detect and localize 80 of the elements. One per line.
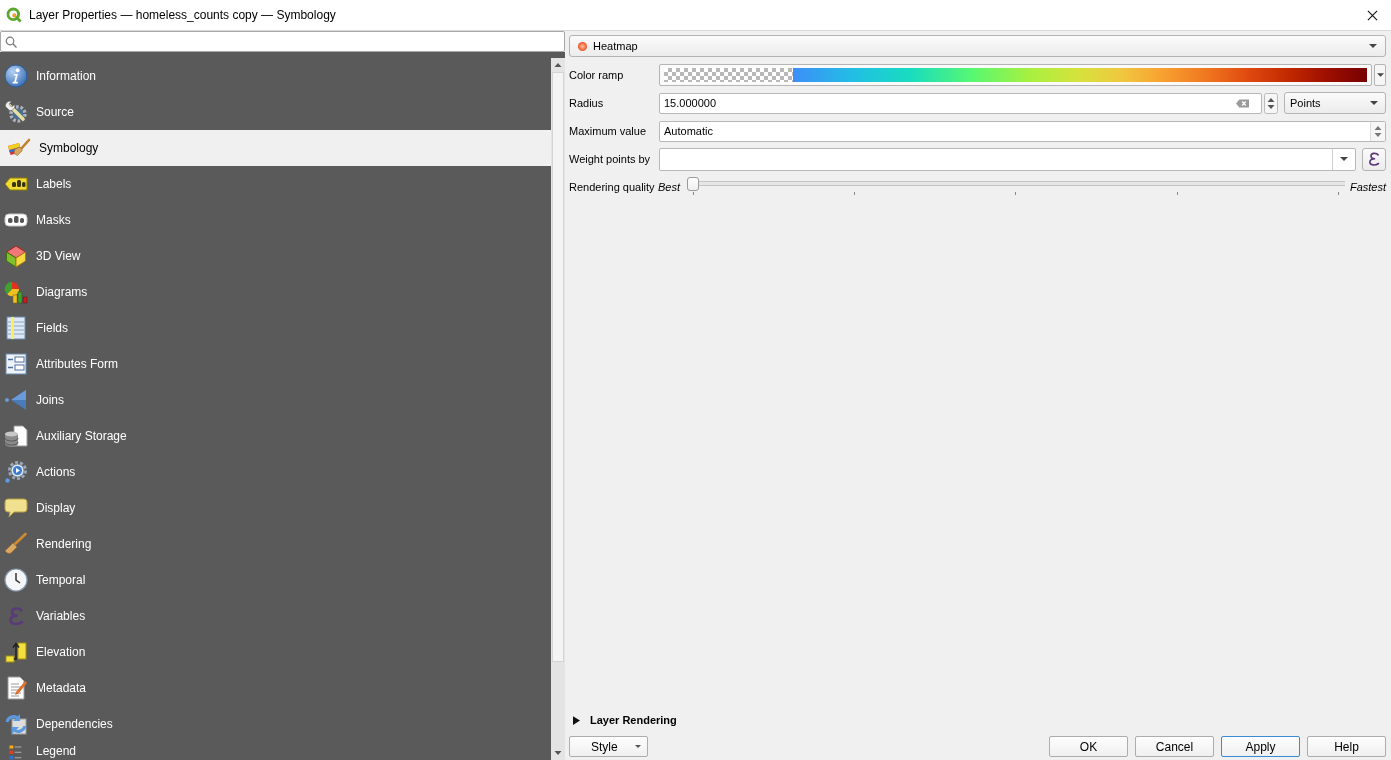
ramp-menu-button[interactable]: [1374, 64, 1386, 86]
spin-arrows-icon[interactable]: [1264, 92, 1278, 114]
dialog-button[interactable]: OK: [1049, 736, 1128, 757]
scrollbar-track[interactable]: [551, 58, 565, 760]
heatmap-dot-icon: [578, 41, 587, 51]
clock-icon: [4, 568, 28, 592]
sidebar-item[interactable]: Symbology: [0, 130, 551, 166]
field-dropdown[interactable]: [659, 147, 1356, 171]
slider-tick: [854, 192, 856, 195]
sidebar-item[interactable]: Attributes Form: [0, 346, 551, 382]
scroll-up-arrow-icon[interactable]: [553, 61, 563, 69]
sidebar-item[interactable]: Auxiliary Storage: [0, 418, 551, 454]
cube-icon: [4, 244, 28, 268]
spin-arrows-icon[interactable]: [1370, 121, 1385, 141]
paintbrush-icon: [4, 532, 28, 556]
sidebar-item[interactable]: Temporal: [0, 562, 551, 598]
caret-icon: [1376, 73, 1384, 77]
sidebar-item[interactable]: Diagrams: [0, 274, 551, 310]
unit-dropdown[interactable]: Points: [1284, 92, 1386, 114]
sidebar-item[interactable]: Metadata: [0, 670, 551, 706]
clear-icon[interactable]: [1236, 98, 1249, 108]
sidebar-item[interactable]: Actions: [0, 454, 551, 490]
close-icon[interactable]: [1367, 9, 1378, 21]
app-logo-icon: [6, 7, 22, 23]
dialog-button[interactable]: Help: [1307, 736, 1386, 757]
sidebar-item[interactable]: 3D View: [0, 238, 551, 274]
radius-field[interactable]: 15.000000: [659, 92, 1262, 114]
database-icon: [4, 424, 28, 448]
sidebar-item[interactable]: Fields: [0, 310, 551, 346]
search-icon: [5, 35, 17, 48]
sidebar-item[interactable]: Legend: [0, 742, 551, 760]
field-label: Rendering quality: [569, 181, 656, 193]
slider-thumb[interactable]: [687, 177, 699, 191]
sidebar-item[interactable]: Masks: [0, 202, 551, 238]
elevation-icon: [4, 640, 28, 664]
sidebar-item[interactable]: Information: [0, 58, 551, 94]
field-label: Radius: [569, 97, 605, 109]
document-pencil-icon: [4, 676, 28, 700]
sidebar-item[interactable]: Joins: [0, 382, 551, 418]
sidebar-item[interactable]: Variables: [0, 598, 551, 634]
maximum-value-field[interactable]: Automatic: [659, 120, 1386, 142]
slider-max-label: Fastest: [1349, 180, 1386, 193]
color-ramp-button[interactable]: [659, 64, 1372, 86]
search-field[interactable]: [0, 31, 565, 52]
dialog-button[interactable]: Apply: [1221, 736, 1300, 757]
caret-icon: [635, 745, 641, 748]
caret-icon: [1369, 44, 1377, 48]
sidebar-item[interactable]: Labels: [0, 166, 551, 202]
slider-min-label: Best: [658, 180, 682, 193]
pie-bar-chart-icon: [4, 280, 28, 304]
slider-tick: [693, 192, 694, 195]
sidebar-item[interactable]: Rendering: [0, 526, 551, 562]
caret-icon: [1340, 157, 1348, 161]
sidebar-item[interactable]: Elevation: [0, 634, 551, 670]
sidebar-item[interactable]: Dependencies: [0, 706, 551, 742]
form-icon: [4, 352, 28, 376]
gear-play-icon: [4, 460, 28, 484]
sync-arrows-icon: [4, 712, 28, 736]
caret-icon: [1370, 101, 1378, 105]
cone-icon: [4, 388, 28, 412]
field-label: Color ramp: [569, 69, 625, 81]
style-button[interactable]: Style: [569, 736, 648, 757]
field-label: Maximum value: [569, 125, 648, 137]
expression-button[interactable]: [1362, 147, 1386, 171]
table-icon: [4, 316, 28, 340]
speech-bubble-icon: [4, 496, 28, 520]
info-icon: [4, 64, 28, 88]
scrollbar-thumb[interactable]: [552, 72, 564, 662]
window-title: Layer Properties — homeless_counts copy — Symbology: [29, 8, 336, 22]
wrench-gear-icon: [4, 100, 28, 124]
scroll-down-arrow-icon[interactable]: [553, 749, 563, 757]
layer-rendering-header[interactable]: Layer Rendering: [569, 712, 1386, 728]
sidebar-item[interactable]: Source: [0, 94, 551, 130]
slider-tick: [1176, 192, 1178, 195]
slider-tick: [1015, 192, 1017, 195]
slider-tick: [1337, 192, 1339, 195]
field-label: Weight points by: [569, 153, 652, 165]
sidebar-item[interactable]: Display: [0, 490, 551, 526]
dialog-button[interactable]: Cancel: [1135, 736, 1214, 757]
renderer-dropdown[interactable]: Heatmap: [569, 35, 1386, 57]
